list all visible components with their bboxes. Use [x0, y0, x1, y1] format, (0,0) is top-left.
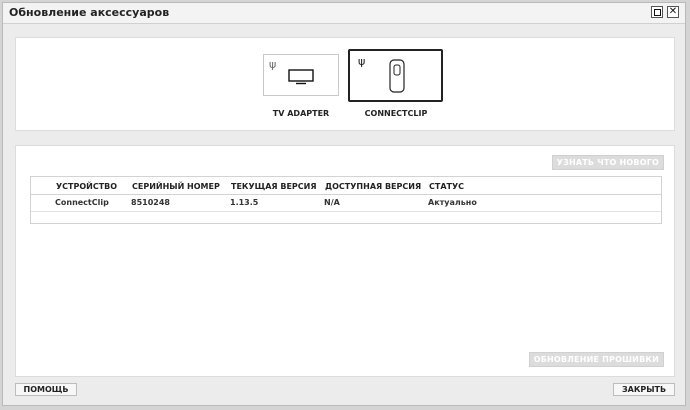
cell-current-version: 1.13.5	[230, 198, 259, 207]
help-button[interactable]: ПОМОЩЬ	[15, 383, 77, 396]
column-header-device: УСТРОЙСТВО	[56, 182, 118, 191]
table-header: УСТРОЙСТВО СЕРИЙНЫЙ НОМЕР ТЕКУЩАЯ ВЕРСИЯ…	[31, 177, 661, 195]
accessory-update-window: Обновление аксессуаров ✕ ψ TV ADAPTER ψ …	[2, 2, 686, 406]
window-title: Обновление аксессуаров	[9, 6, 170, 19]
cell-available-version: N/A	[324, 198, 340, 207]
accessory-table: УСТРОЙСТВО СЕРИЙНЫЙ НОМЕР ТЕКУЩАЯ ВЕРСИЯ…	[30, 176, 662, 224]
cell-serial: 8510248	[131, 198, 170, 207]
usb-icon: ψ	[358, 55, 366, 68]
column-header-status: СТАТУС	[429, 182, 465, 191]
accessory-selector-panel: ψ TV ADAPTER ψ CONNECTCLIP	[15, 37, 675, 131]
title-bar: Обновление аксессуаров ✕	[3, 3, 685, 24]
accessory-card-connectclip[interactable]: ψ	[348, 49, 443, 102]
column-header-current-version: ТЕКУЩАЯ ВЕРСИЯ	[231, 182, 317, 191]
column-header-serial: СЕРИЙНЫЙ НОМЕР	[132, 182, 220, 191]
firmware-update-button[interactable]: ОБНОВЛЕНИЕ ПРОШИВКИ	[528, 352, 664, 367]
accessory-card-tv-adapter[interactable]: ψ	[263, 54, 339, 96]
connectclip-device-icon	[389, 59, 405, 93]
table-row[interactable]: ConnectClip 8510248 1.13.5 N/A Актуально	[31, 194, 661, 212]
close-window-button[interactable]: ✕	[667, 6, 679, 18]
close-button[interactable]: ЗАКРЫТЬ	[613, 383, 675, 396]
usb-icon: ψ	[269, 58, 277, 71]
accessory-label-tv-adapter: TV ADAPTER	[272, 109, 330, 118]
whats-new-button[interactable]: УЗНАТЬ ЧТО НОВОГО	[551, 155, 664, 170]
cell-device: ConnectClip	[55, 198, 109, 207]
firmware-info-panel: УЗНАТЬ ЧТО НОВОГО УСТРОЙСТВО СЕРИЙНЫЙ НО…	[15, 145, 675, 377]
maximize-button[interactable]	[651, 6, 663, 18]
tv-monitor-icon	[288, 69, 314, 85]
column-header-available-version: ДОСТУПНАЯ ВЕРСИЯ	[325, 182, 422, 191]
cell-status: Актуально	[428, 198, 477, 207]
accessory-label-connectclip: CONNECTCLIP	[364, 109, 428, 118]
